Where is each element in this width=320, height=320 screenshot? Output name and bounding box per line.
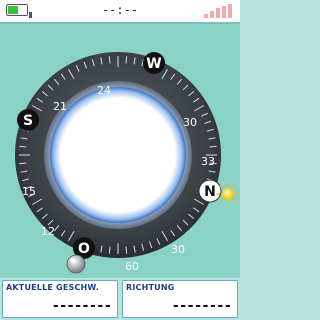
direction-value: -------- [171,298,232,314]
compass-svg: 24 30 33 30 60 12 15 21 W S N O [15,52,239,274]
tick-label-12: 12 [41,225,55,238]
speed-panel: AKTUELLE GESCHW. -------- [2,280,118,318]
tick-mark [209,145,217,148]
signal-icon [204,4,234,18]
direction-panel: RICHTUNG -------- [122,280,238,318]
cardinal-w: W [146,56,161,72]
tick-mark [125,56,128,64]
tick-mark [125,246,128,254]
gps-ball-icon [66,254,86,274]
status-bar: --:-- [0,0,240,22]
speed-label: AKTUELLE GESCHW. [6,283,100,292]
tick-label-60: 60 [125,260,139,273]
speed-value: -------- [51,298,112,314]
tick-label-30-top: 30 [183,116,197,129]
tick-mark [19,162,27,165]
tick-label-33: 33 [201,155,215,168]
cardinal-s: S [23,113,33,129]
direction-label: RICHTUNG [126,283,175,292]
tick-label-24: 24 [97,84,111,97]
tick-mark [19,145,27,148]
tick-label-21: 21 [53,100,67,113]
tick-mark [108,56,111,64]
compass-area: 24 30 33 30 60 12 15 21 W S N O [0,24,240,278]
tick-label-15: 15 [22,185,36,198]
tick-label-30-bottom: 30 [171,243,185,256]
cardinal-o: O [78,241,90,257]
compass-face [50,87,186,223]
cardinal-n: N [204,184,216,200]
tick-mark [108,246,111,254]
